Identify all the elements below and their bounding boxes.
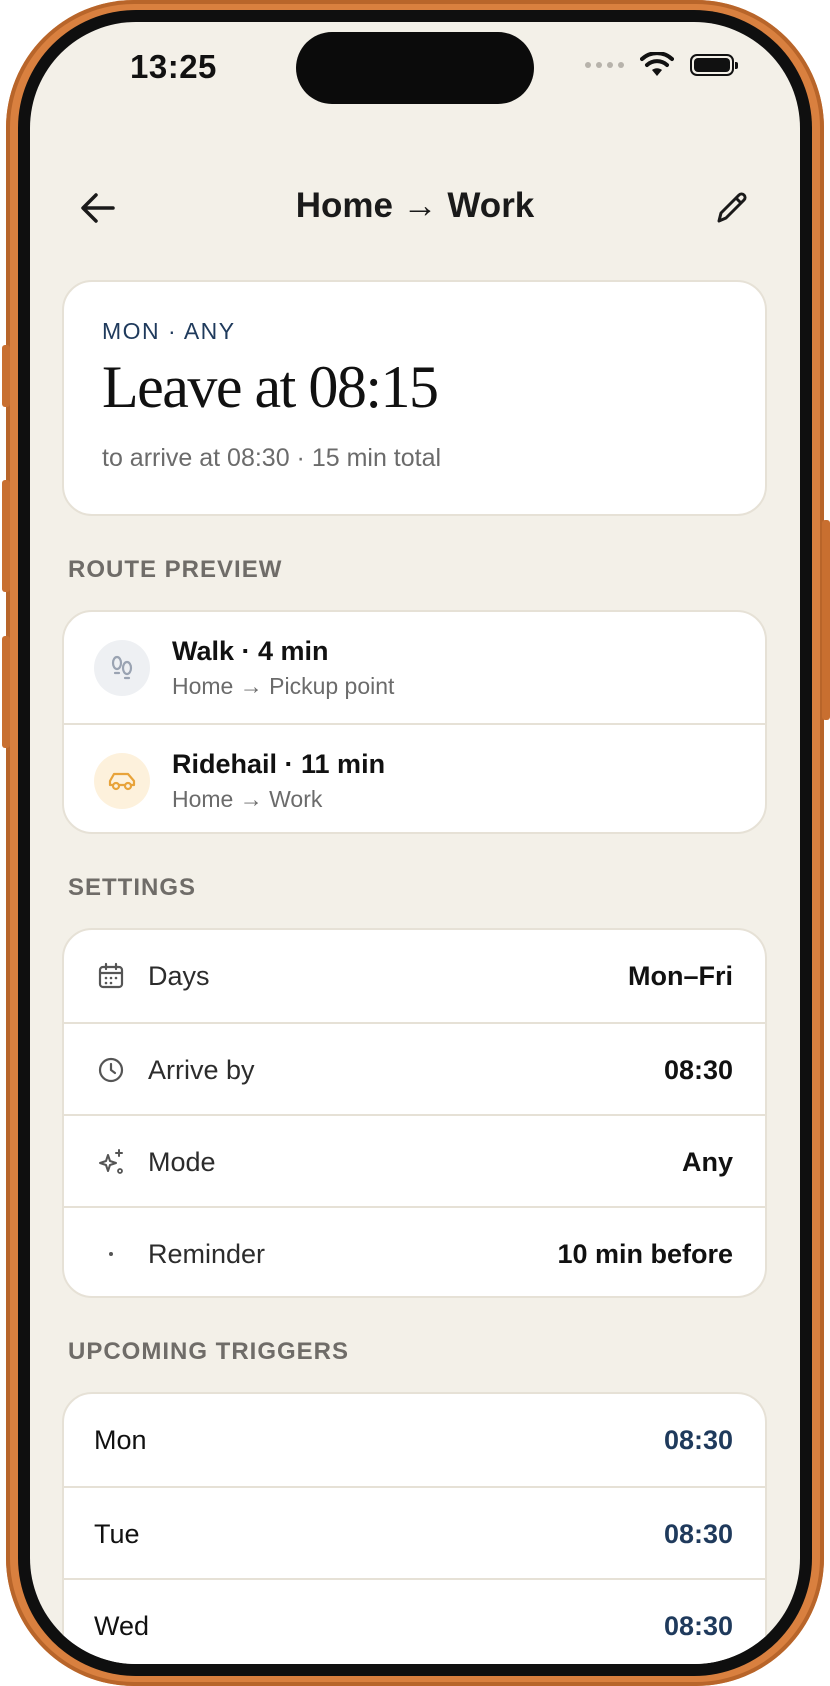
dynamic-island <box>296 32 534 104</box>
route-step-walk[interactable]: Walk · 4 min Home → Pickup point <box>64 612 765 723</box>
summary-headline: Leave at 08:15 <box>102 354 439 420</box>
route-step-subtitle: Home → Work <box>172 785 323 812</box>
summary-subtitle: to arrive at 08:30 · 15 min total <box>102 444 442 472</box>
setting-label: Arrive by <box>148 1054 255 1085</box>
cellular-signal-icon <box>585 62 624 68</box>
status-indicators <box>585 52 738 78</box>
side-button <box>2 636 10 748</box>
trigger-time: 08:30 <box>663 1610 733 1641</box>
route-preview-label: ROUTE PREVIEW <box>68 556 283 583</box>
trigger-row[interactable]: Tue 08:30 <box>64 1486 765 1580</box>
edit-button[interactable] <box>708 184 756 232</box>
upcoming-triggers-label: UPCOMING TRIGGERS <box>68 1338 350 1365</box>
pencil-icon <box>717 192 747 223</box>
wifi-icon <box>640 52 674 76</box>
summary-eyebrow: MON · ANY <box>102 318 236 344</box>
setting-label: Reminder <box>148 1238 266 1269</box>
trigger-row[interactable]: Mon 08:30 <box>64 1394 765 1486</box>
trigger-day: Mon <box>94 1424 147 1455</box>
footsteps-icon <box>94 639 150 696</box>
side-button <box>2 480 10 592</box>
route-preview-card: Walk · 4 min Home → Pickup point Ridehai… <box>62 610 767 834</box>
car-icon <box>94 752 150 809</box>
setting-row-mode[interactable]: Mode Any <box>64 1114 765 1208</box>
dot-icon <box>94 1237 128 1271</box>
setting-label: Days <box>148 960 210 991</box>
clock-icon <box>94 1053 128 1087</box>
trigger-time: 08:30 <box>663 1518 733 1549</box>
upcoming-triggers-card: Mon 08:30 Tue 08:30 Wed 08:30 <box>62 1392 767 1664</box>
settings-card: Days Mon–Fri Arrive by 08:30 Mode Any Re… <box>62 928 767 1298</box>
route-step-title: Walk · 4 min <box>172 635 329 666</box>
setting-label: Mode <box>148 1146 216 1177</box>
trigger-day: Wed <box>94 1610 150 1641</box>
setting-value: Any <box>681 1146 733 1177</box>
trigger-day: Tue <box>94 1518 140 1549</box>
route-step-title: Ridehail · 11 min <box>172 748 386 779</box>
setting-value: 10 min before <box>557 1238 733 1269</box>
setting-row-arrive-by[interactable]: Arrive by 08:30 <box>64 1022 765 1116</box>
settings-label: SETTINGS <box>68 874 197 901</box>
calendar-icon <box>94 959 128 993</box>
route-step-subtitle: Home → Pickup point <box>172 672 395 699</box>
setting-row-reminder[interactable]: Reminder 10 min before <box>64 1206 765 1300</box>
side-button <box>822 520 830 720</box>
trigger-row[interactable]: Wed 08:30 <box>64 1578 765 1664</box>
status-time: 13:25 <box>130 48 217 85</box>
route-step-ridehail[interactable]: Ridehail · 11 min Home → Work <box>64 723 765 836</box>
departure-summary-card: MON · ANY Leave at 08:15 to arrive at 08… <box>62 280 767 516</box>
trigger-time: 08:30 <box>663 1424 733 1455</box>
battery-icon <box>690 54 738 76</box>
setting-row-days[interactable]: Days Mon–Fri <box>64 930 765 1022</box>
setting-value: Mon–Fri <box>628 960 733 991</box>
page-title: Home → Work <box>295 186 535 225</box>
setting-value: 08:30 <box>663 1054 733 1085</box>
side-button <box>2 345 10 407</box>
screen: 13:25 Home → Work MON · ANY Leave at 08:… <box>30 22 800 1664</box>
sparkles-icon <box>94 1145 128 1179</box>
nav-bar: Home → Work <box>30 162 800 252</box>
